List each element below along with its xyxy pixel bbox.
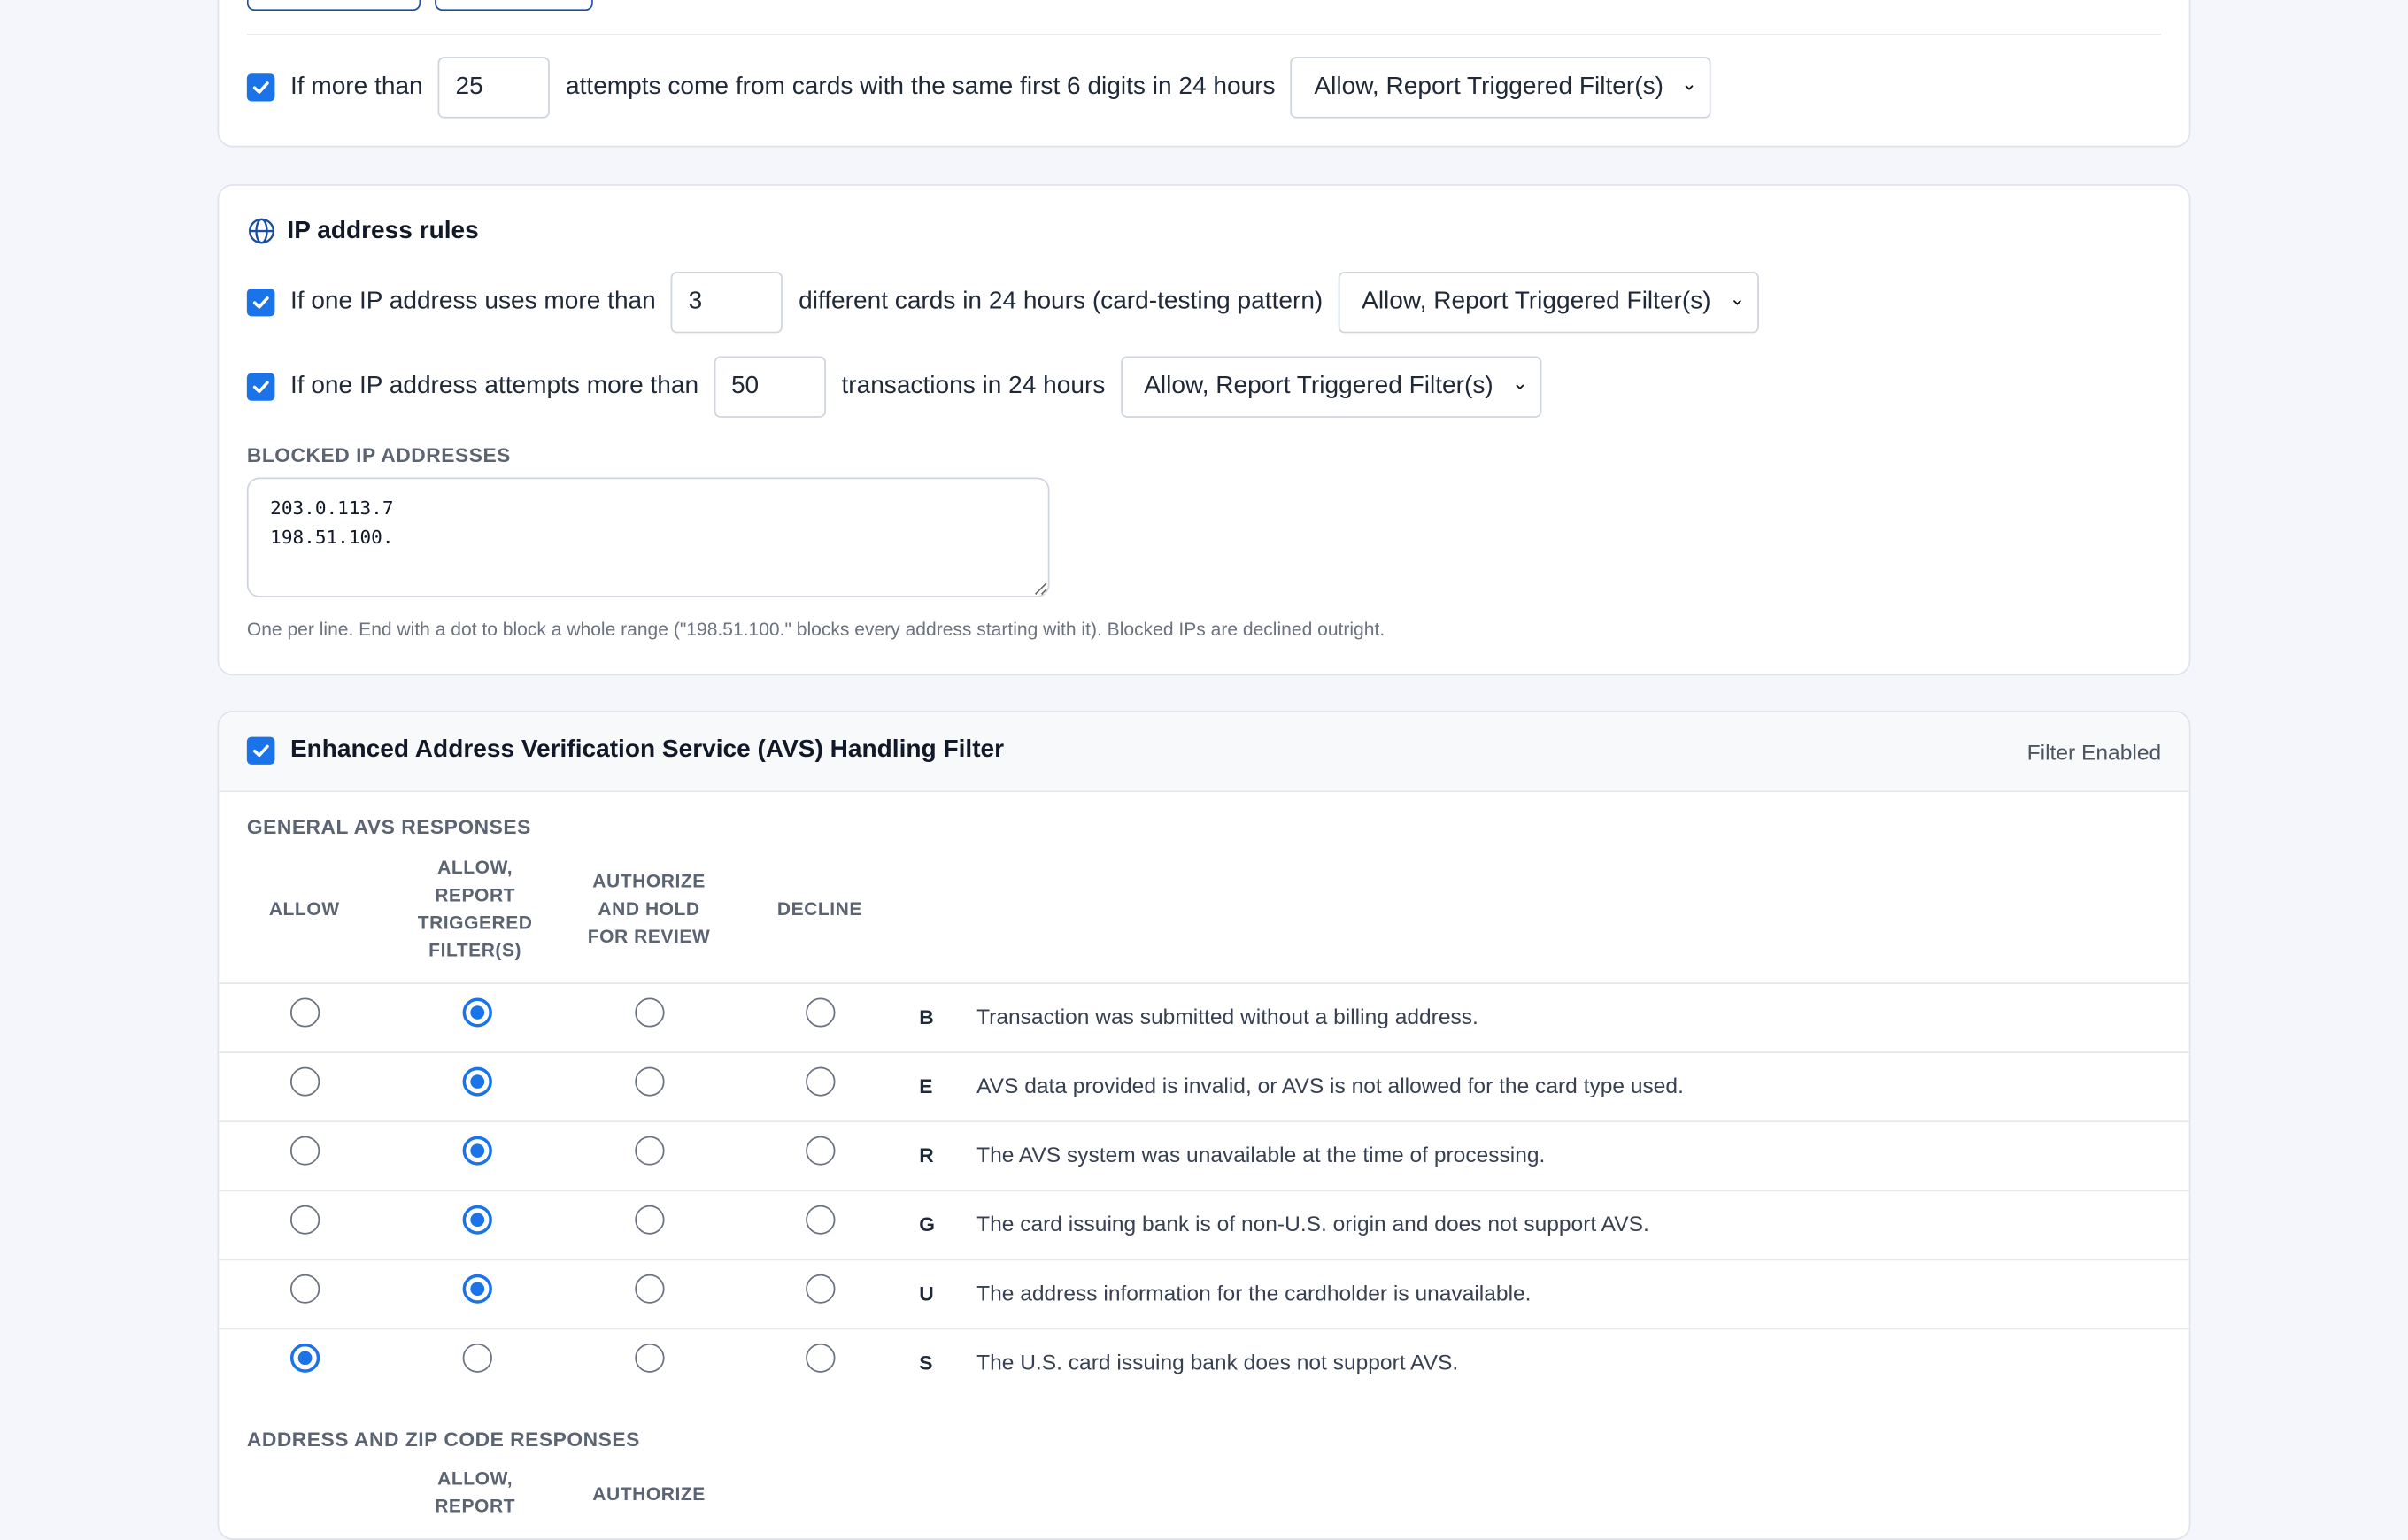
zip-col-header-authorize: AUTHORIZE [592, 1482, 706, 1505]
ip-rule-cards-action-value: Allow, Report Triggered Filter(s) [1362, 289, 1711, 315]
card-bin-rule: If more than attempts come from cards wi… [217, 0, 2191, 148]
avs-radio-allow[interactable] [289, 997, 320, 1028]
ip-rules-title: IP address rules [287, 217, 479, 243]
avs-radio-allow-report[interactable] [462, 1066, 492, 1097]
avs-radio-allow[interactable] [289, 1343, 320, 1373]
avs-code: G [919, 1213, 935, 1236]
col-header-decline: DECLINE [776, 897, 862, 920]
avs-radio-allow[interactable] [289, 1066, 320, 1097]
ip-rules-header: IP address rules [247, 217, 479, 246]
avs-code: S [919, 1351, 933, 1374]
avs-radio-authorize-hold[interactable] [635, 1136, 665, 1166]
bin-rule-action-select[interactable]: Allow, Report Triggered Filter(s) [1291, 57, 1712, 119]
ip-rule-tx-action-value: Allow, Report Triggered Filter(s) [1144, 373, 1493, 400]
avs-title-row: Enhanced Address Verification Service (A… [246, 736, 1005, 765]
avs-title: Enhanced Address Verification Service (A… [289, 736, 1005, 764]
avs-radio-authorize-hold[interactable] [635, 1343, 665, 1373]
globe-icon [249, 218, 274, 244]
ip-rule-cards-row: If one IP address uses more than differe… [246, 272, 1760, 334]
avs-radio-allow[interactable] [289, 1205, 320, 1235]
zip-avs-label: ADDRESS AND ZIP CODE RESPONSES [246, 1428, 640, 1451]
avs-code: U [919, 1282, 934, 1305]
avs-header: Enhanced Address Verification Service (A… [219, 712, 2189, 793]
bin-rule-count-input[interactable] [438, 57, 551, 119]
avs-enable-checkbox[interactable] [246, 736, 275, 765]
col-header-allow-report: ALLOW, REPORT TRIGGERED FILTER(S) [417, 856, 533, 961]
ip-rule-tx-row: If one IP address attempts more than tra… [246, 356, 1542, 418]
avs-description: The card issuing bank is of non-U.S. ori… [976, 1211, 1649, 1236]
chevron-down-icon [1515, 384, 1524, 390]
avs-status: Filter Enabled [2026, 740, 2162, 765]
blocked-ip-textarea[interactable]: 203.0.113.7 198.51.100. [246, 477, 1050, 597]
bin-rule-row: If more than attempts come from cards wi… [246, 57, 1712, 119]
ip-rule-cards-input[interactable] [671, 272, 783, 334]
avs-radio-authorize-hold[interactable] [635, 1066, 665, 1097]
avs-radio-allow-report[interactable] [462, 997, 492, 1028]
avs-code: R [919, 1143, 934, 1167]
ip-rule-tx-suffix: transactions in 24 hours [841, 373, 1106, 400]
bin-rule-suffix: attempts come from cards with the same f… [566, 73, 1276, 100]
card-avs-filter: Enhanced Address Verification Service (A… [217, 711, 2191, 1540]
chevron-down-icon [1686, 85, 1694, 90]
avs-radio-authorize-hold[interactable] [635, 1274, 665, 1304]
avs-radio-allow[interactable] [289, 1274, 320, 1304]
avs-radio-allow-report[interactable] [462, 1205, 492, 1235]
col-header-authorize-hold: AUTHORIZE AND HOLD FOR REVIEW [587, 870, 711, 948]
avs-radio-decline[interactable] [806, 1274, 836, 1304]
avs-description: Transaction was submitted without a bill… [976, 1004, 1478, 1029]
avs-code: B [919, 1005, 934, 1029]
avs-radio-authorize-hold[interactable] [635, 997, 665, 1028]
ip-rule-cards-action-select[interactable]: Allow, Report Triggered Filter(s) [1338, 272, 1760, 334]
avs-radio-decline[interactable] [806, 1136, 836, 1166]
avs-radio-decline[interactable] [806, 1343, 836, 1373]
divider [246, 34, 2162, 35]
avs-radio-decline[interactable] [806, 1205, 836, 1235]
bin-rule-action-value: Allow, Report Triggered Filter(s) [1314, 73, 1663, 100]
avs-radio-decline[interactable] [806, 997, 836, 1028]
general-avs-label: GENERAL AVS RESPONSES [246, 815, 531, 839]
bin-rule-prefix: If more than [289, 73, 423, 100]
avs-radio-allow-report[interactable] [462, 1274, 492, 1304]
ip-rule-tx-action-select[interactable]: Allow, Report Triggered Filter(s) [1120, 356, 1542, 418]
avs-description: The AVS system was unavailable at the ti… [976, 1142, 1546, 1167]
ip-rule-tx-input[interactable] [714, 356, 826, 418]
avs-row: U The address information for the cardhol… [219, 1259, 2189, 1328]
avs-radio-allow-report[interactable] [462, 1136, 492, 1166]
ip-rule-cards-prefix: If one IP address uses more than [289, 289, 656, 315]
zip-col-header-allow-report: ALLOW, REPORT [435, 1467, 516, 1517]
chevron-down-icon [1733, 299, 1742, 305]
col-header-allow: ALLOW [268, 897, 340, 920]
avs-description: The U.S. card issuing bank does not supp… [976, 1349, 1459, 1374]
top-button-2[interactable] [435, 0, 593, 12]
bin-rule-checkbox[interactable] [246, 73, 275, 102]
avs-row: G The card issuing bank is of non-U.S. or… [219, 1190, 2189, 1259]
ip-rule-tx-prefix: If one IP address attempts more than [289, 373, 699, 400]
card-ip-rules: IP address rules If one IP address uses … [217, 184, 2191, 676]
avs-row: S The U.S. card issuing bank does not sup… [219, 1328, 2189, 1398]
ip-rule-tx-checkbox[interactable] [246, 373, 275, 401]
avs-radio-allow[interactable] [289, 1136, 320, 1166]
avs-row: B Transaction was submitted without a bil… [219, 982, 2189, 1051]
blocked-ip-label: BLOCKED IP ADDRESSES [246, 443, 511, 467]
ip-rule-cards-suffix: different cards in 24 hours (card-testin… [799, 289, 1324, 315]
top-button-1[interactable] [246, 0, 421, 12]
avs-radio-decline[interactable] [806, 1066, 836, 1097]
avs-description: AVS data provided is invalid, or AVS is … [976, 1073, 1684, 1098]
page: If more than attempts come from cards wi… [0, 0, 2408, 1540]
avs-row: E AVS data provided is invalid, or AVS is… [219, 1051, 2189, 1120]
avs-row: R The AVS system was unavailable at the t… [219, 1120, 2189, 1190]
blocked-ip-hint: One per line. End with a dot to block a … [246, 619, 1385, 641]
avs-code: E [919, 1074, 933, 1098]
avs-description: The address information for the cardhold… [976, 1280, 1532, 1305]
ip-rule-cards-checkbox[interactable] [246, 289, 275, 317]
avs-radio-allow-report[interactable] [462, 1343, 492, 1373]
avs-radio-authorize-hold[interactable] [635, 1205, 665, 1235]
